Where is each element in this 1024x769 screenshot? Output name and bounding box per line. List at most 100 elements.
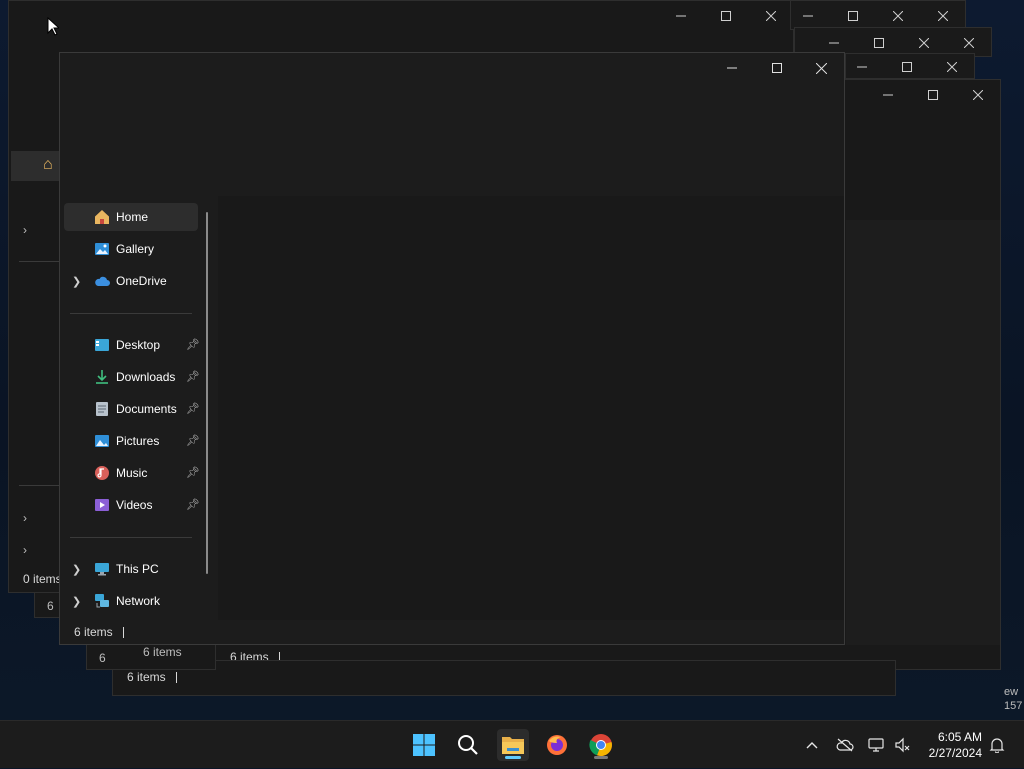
chevron-right-icon[interactable]: › <box>23 511 27 525</box>
nav-item-home[interactable]: Home <box>64 203 198 231</box>
status-bar: 6 items <box>60 620 844 644</box>
nav-divider <box>70 537 192 538</box>
pin-icon[interactable]: 📌︎ <box>186 498 200 511</box>
content-pane <box>846 220 1000 645</box>
mouse-cursor-icon <box>47 17 59 36</box>
chevron-up-icon <box>806 742 818 749</box>
nav-item-onedrive[interactable]: ❯ OneDrive <box>64 267 198 295</box>
nav-divider <box>70 313 192 314</box>
network-tray-button[interactable] <box>864 721 890 769</box>
file-list-area[interactable] <box>218 196 844 620</box>
explorer-window-back-f[interactable]: 6 items <box>112 660 896 696</box>
nav-label: OneDrive <box>116 274 167 288</box>
caption-buttons <box>839 54 974 80</box>
nav-item-music[interactable]: Music 📌︎ <box>64 459 200 487</box>
volume-tray-button[interactable] <box>890 721 916 769</box>
close-button[interactable] <box>929 54 974 80</box>
clock-time: 6:05 AM <box>937 730 982 744</box>
nav-item-gallery[interactable]: Gallery <box>64 235 198 263</box>
monitor-icon <box>95 563 109 576</box>
minimize-button[interactable] <box>709 53 754 83</box>
nav-label: Home <box>116 210 149 224</box>
close-button[interactable] <box>799 53 844 83</box>
network-status-icon <box>868 738 884 752</box>
search-button[interactable] <box>452 729 484 761</box>
navigation-pane[interactable]: Home Gallery ❯ OneDrive Desktop 📌︎ Downl… <box>60 196 218 620</box>
edge-text: 157 <box>1004 700 1023 712</box>
item-count: 6 items <box>74 625 113 639</box>
nav-item-documents[interactable]: Documents 📌︎ <box>64 395 200 423</box>
taskbar-firefox[interactable] <box>541 729 573 761</box>
status-bar: 6 items <box>113 659 895 695</box>
desktop-icon <box>95 339 109 351</box>
explorer-window-back-g[interactable]: 6 <box>34 592 60 618</box>
cloud-icon <box>95 276 110 286</box>
close-button[interactable] <box>955 80 1000 110</box>
maximize-button[interactable] <box>754 53 799 83</box>
maximize-button[interactable] <box>910 80 955 110</box>
video-icon <box>95 499 109 511</box>
minimize-button[interactable] <box>658 1 703 31</box>
chevron-right-icon[interactable]: › <box>23 223 27 237</box>
start-button[interactable] <box>408 729 440 761</box>
nav-label: Gallery <box>116 242 155 256</box>
nav-label: This PC <box>116 562 159 576</box>
maximize-button[interactable] <box>884 54 929 80</box>
item-count: 6 <box>47 599 54 613</box>
nav-item-this-pc[interactable]: ❯ This PC <box>64 555 198 583</box>
caption-buttons <box>658 1 793 31</box>
explorer-window-back-d[interactable] <box>845 53 975 79</box>
nav-item-downloads[interactable]: Downloads 📌︎ <box>64 363 200 391</box>
caption-buttons <box>865 80 1000 110</box>
pin-icon[interactable]: 📌︎ <box>186 466 200 479</box>
cloud-offline-icon <box>836 738 854 752</box>
explorer-window-back-h[interactable]: 6 6 items <box>86 644 216 670</box>
pin-icon[interactable]: 📌︎ <box>186 402 200 415</box>
speaker-muted-icon <box>895 737 910 753</box>
windows-logo-icon <box>413 734 435 756</box>
minimize-button[interactable] <box>839 54 884 80</box>
notifications-button[interactable] <box>986 721 1008 769</box>
taskbar-chrome[interactable] <box>585 729 617 761</box>
caption-buttons <box>709 53 844 83</box>
chevron-right-icon[interactable]: ❯ <box>72 563 81 576</box>
item-count: 6 items <box>127 670 166 684</box>
network-icon <box>95 594 109 608</box>
nav-label: Music <box>116 466 148 480</box>
chevron-right-icon[interactable]: ❯ <box>72 275 81 288</box>
nav-item-desktop[interactable]: Desktop 📌︎ <box>64 331 200 359</box>
active-indicator <box>505 756 521 759</box>
firefox-icon <box>547 735 567 755</box>
nav-item-videos[interactable]: Videos 📌︎ <box>64 491 200 519</box>
home-icon: ⌂ <box>43 156 53 173</box>
pin-icon[interactable]: 📌︎ <box>186 370 200 383</box>
chevron-right-icon[interactable]: ❯ <box>72 595 81 608</box>
status-separator <box>122 626 124 638</box>
maximize-button[interactable] <box>703 1 748 31</box>
item-count: 6 <box>99 651 106 665</box>
search-icon <box>458 735 478 755</box>
pin-icon[interactable]: 📌︎ <box>186 434 200 447</box>
nav-item-pictures[interactable]: Pictures 📌︎ <box>64 427 200 455</box>
clock[interactable]: 6:05 AM 2/27/2024 <box>929 729 982 761</box>
taskbar: 6:05 AM 2/27/2024 <box>0 720 1024 768</box>
pin-icon[interactable]: 📌︎ <box>186 338 200 351</box>
explorer-window-back-b[interactable] <box>790 0 966 30</box>
clock-date: 2/27/2024 <box>928 746 982 760</box>
bell-icon <box>989 738 1005 753</box>
onedrive-tray-button[interactable] <box>832 721 858 769</box>
file-explorer-window[interactable]: Home Gallery ❯ OneDrive Desktop 📌︎ Downl… <box>59 52 845 645</box>
show-hidden-icons-button[interactable] <box>800 721 824 769</box>
item-count: 6 items <box>143 645 182 659</box>
taskbar-file-explorer[interactable] <box>497 729 529 761</box>
nav-label: Network <box>116 594 161 608</box>
nav-label: Documents <box>116 402 177 416</box>
chevron-right-icon[interactable]: › <box>23 543 27 557</box>
item-count: 0 items <box>23 572 62 586</box>
nav-label: Desktop <box>116 338 161 352</box>
edge-text: ew <box>1004 686 1019 698</box>
nav-scrollbar[interactable] <box>206 212 208 574</box>
gallery-icon <box>95 243 109 255</box>
minimize-button[interactable] <box>865 80 910 110</box>
nav-item-network[interactable]: ❯ Network <box>64 587 198 615</box>
